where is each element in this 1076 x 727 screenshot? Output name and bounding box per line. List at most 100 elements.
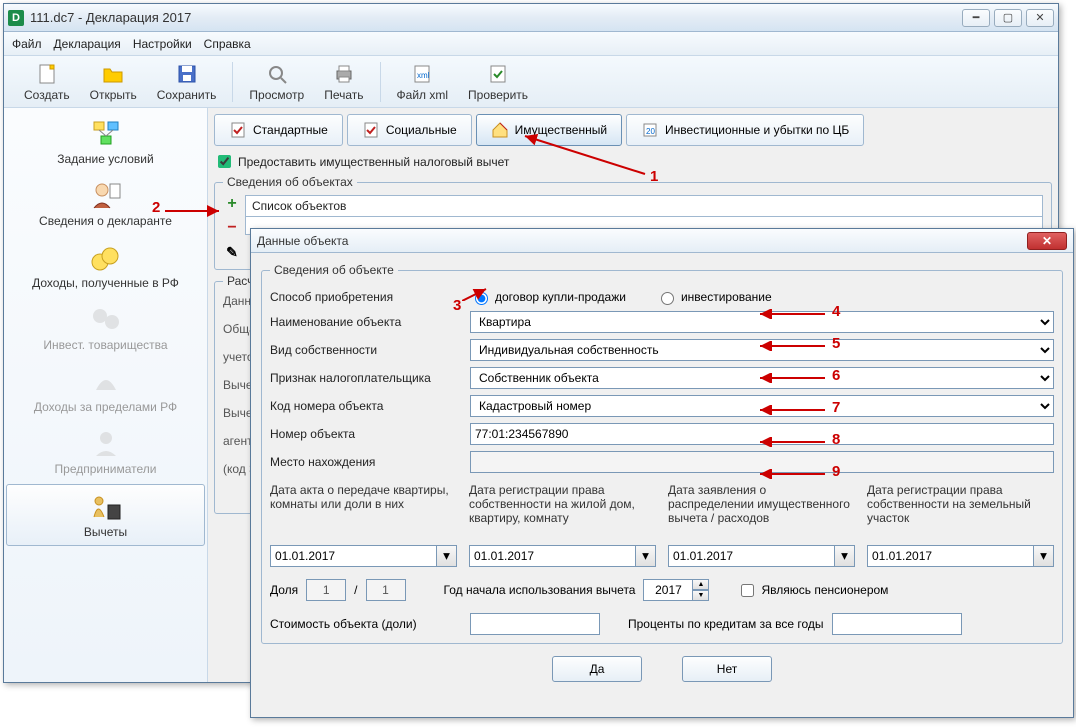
acq-purchase-radio[interactable]: договор купли-продажи	[470, 289, 626, 305]
provide-deduction-row: Предоставить имущественный налоговый выч…	[214, 152, 1052, 171]
year-down[interactable]: ▼	[693, 590, 709, 601]
share-den-input	[366, 579, 406, 601]
menu-help[interactable]: Справка	[204, 37, 251, 51]
tool-preview-label: Просмотр	[249, 88, 304, 102]
date4-dropdown[interactable]: ▾	[1034, 545, 1054, 567]
property-tab-icon	[491, 121, 509, 139]
window-controls: ━ ▢ ✕	[962, 9, 1054, 27]
tool-sep1	[232, 62, 233, 102]
date3-dropdown[interactable]: ▾	[835, 545, 855, 567]
date1-input[interactable]	[270, 545, 437, 567]
tool-print[interactable]: Печать	[314, 60, 373, 104]
year-up[interactable]: ▲	[693, 579, 709, 590]
tool-check[interactable]: Проверить	[458, 60, 538, 104]
date1-dropdown[interactable]: ▾	[437, 545, 457, 567]
object-number-input[interactable]	[470, 423, 1054, 445]
acq-invest-radio[interactable]: инвестирование	[656, 289, 772, 305]
tool-preview[interactable]: Просмотр	[239, 60, 314, 104]
acq-invest-input[interactable]	[661, 292, 674, 305]
pensioner-row[interactable]: Являюсь пенсионером	[737, 581, 888, 600]
preview-icon	[265, 62, 289, 86]
sidebar-income-foreign-label: Доходы за пределами РФ	[34, 400, 177, 414]
sidebar-item-income-foreign[interactable]: Доходы за пределами РФ	[6, 360, 205, 420]
year-label: Год начала использования вычета	[444, 583, 636, 597]
acq-purchase-input[interactable]	[475, 292, 488, 305]
tool-check-label: Проверить	[468, 88, 528, 102]
object-info-legend: Сведения об объекте	[270, 263, 398, 277]
menu-settings[interactable]: Настройки	[133, 37, 192, 51]
sidebar-declarant-label: Сведения о декларанте	[39, 214, 172, 228]
sidebar-item-entrepreneurs[interactable]: Предприниматели	[6, 422, 205, 482]
dialog-cancel-button[interactable]: Нет	[682, 656, 772, 682]
cost-input[interactable]	[470, 613, 600, 635]
menu-declaration[interactable]: Декларация	[54, 37, 121, 51]
entrepreneurs-icon	[88, 428, 124, 460]
close-button[interactable]: ✕	[1026, 9, 1054, 27]
provide-deduction-label: Предоставить имущественный налоговый выч…	[238, 155, 509, 169]
sidebar-item-conditions[interactable]: Задание условий	[6, 112, 205, 172]
object-info-group: Сведения об объекте Способ приобретения …	[261, 263, 1063, 644]
app-icon: D	[8, 10, 24, 26]
check-icon	[486, 62, 510, 86]
share-slash: /	[354, 583, 357, 597]
tool-open[interactable]: Открыть	[80, 60, 147, 104]
date2-dropdown[interactable]: ▾	[636, 545, 656, 567]
sidebar-item-invest[interactable]: Инвест. товарищества	[6, 298, 205, 358]
code-type-label: Код номера объекта	[270, 399, 462, 413]
social-tab-icon	[362, 121, 380, 139]
remove-object-button[interactable]: −	[223, 219, 241, 237]
menu-file[interactable]: Файл	[12, 37, 42, 51]
pensioner-label: Являюсь пенсионером	[761, 583, 888, 597]
taxpayer-select[interactable]: Собственник объекта	[470, 367, 1054, 389]
tab-property[interactable]: Имущественный	[476, 114, 622, 146]
print-icon	[332, 62, 356, 86]
sidebar-conditions-label: Задание условий	[57, 152, 153, 166]
conditions-icon	[88, 118, 124, 150]
pensioner-checkbox[interactable]	[741, 584, 754, 597]
code-type-select[interactable]: Кадастровый номер	[470, 395, 1054, 417]
add-object-button[interactable]: +	[223, 195, 241, 213]
sidebar-item-declarant[interactable]: Сведения о декларанте	[6, 174, 205, 234]
date3-label: Дата заявления о распределении имуществе…	[668, 483, 855, 539]
date4-input[interactable]	[867, 545, 1034, 567]
year-spinner[interactable]: ▲▼	[643, 579, 709, 601]
date2-label: Дата регистрации права собственности на …	[469, 483, 656, 539]
maximize-button[interactable]: ▢	[994, 9, 1022, 27]
object-name-select[interactable]: Квартира	[470, 311, 1054, 333]
sidebar-item-income-rf[interactable]: Доходы, полученные в РФ	[6, 236, 205, 296]
dialog-close-button[interactable]: ✕	[1027, 232, 1067, 250]
declarant-icon	[88, 180, 124, 212]
tab-standard[interactable]: Стандартные	[214, 114, 343, 146]
sidebar-deductions-label: Вычеты	[84, 525, 127, 539]
tab-social[interactable]: Социальные	[347, 114, 472, 146]
provide-deduction-checkbox[interactable]	[218, 155, 231, 168]
tool-new[interactable]: Создать	[14, 60, 80, 104]
tool-save[interactable]: Сохранить	[147, 60, 227, 104]
ownership-select[interactable]: Индивидуальная собственность	[470, 339, 1054, 361]
date2-input[interactable]	[469, 545, 636, 567]
sidebar-item-deductions[interactable]: Вычеты	[6, 484, 205, 546]
main-title: 111.dc7 - Декларация 2017	[30, 10, 962, 25]
tab-property-label: Имущественный	[515, 123, 607, 137]
edit-object-button[interactable]: ✎	[223, 243, 241, 261]
interest-input[interactable]	[832, 613, 962, 635]
date3-input[interactable]	[668, 545, 835, 567]
object-dialog: Данные объекта ✕ Сведения об объекте Спо…	[250, 228, 1074, 718]
main-titlebar[interactable]: D 111.dc7 - Декларация 2017 ━ ▢ ✕	[4, 4, 1058, 32]
tab-standard-label: Стандартные	[253, 123, 328, 137]
standard-tab-icon	[229, 121, 247, 139]
cost-label: Стоимость объекта (доли)	[270, 617, 462, 631]
dialog-ok-button[interactable]: Да	[552, 656, 642, 682]
invest-tab-icon: 20	[641, 121, 659, 139]
minimize-button[interactable]: ━	[962, 9, 990, 27]
date4-label: Дата регистрации права собственности на …	[867, 483, 1054, 539]
tool-sep2	[380, 62, 381, 102]
tool-xml[interactable]: xml Файл xml	[387, 60, 459, 104]
tool-open-label: Открыть	[90, 88, 137, 102]
dialog-titlebar[interactable]: Данные объекта ✕	[251, 229, 1073, 253]
acq-method-label: Способ приобретения	[270, 290, 462, 304]
objects-list-header[interactable]: Список объектов	[245, 195, 1043, 217]
tab-investments[interactable]: 20 Инвестиционные и убытки по ЦБ	[626, 114, 864, 146]
share-label: Доля	[270, 583, 298, 597]
year-input[interactable]	[643, 579, 693, 601]
